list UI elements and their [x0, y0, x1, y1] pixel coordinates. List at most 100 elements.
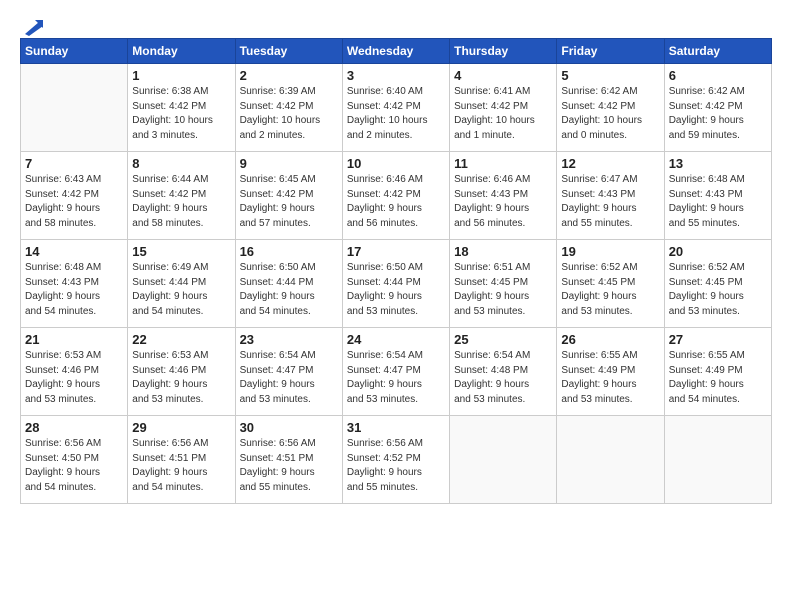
day-info: Sunrise: 6:54 AMSunset: 4:48 PMDaylight:…	[454, 349, 552, 407]
day-info: Sunrise: 6:50 AMSunset: 4:44 PMDaylight:…	[347, 261, 445, 319]
day-info: Sunrise: 6:52 AMSunset: 4:45 PMDaylight:…	[561, 261, 659, 319]
day-cell: 26Sunrise: 6:55 AMSunset: 4:49 PMDayligh…	[557, 328, 664, 416]
day-number: 27	[669, 332, 767, 347]
day-info: Sunrise: 6:38 AMSunset: 4:42 PMDaylight:…	[132, 85, 230, 143]
day-cell: 28 Sunrise: 6:56 AMSunset: 4:50 PMDayligh…	[21, 416, 128, 504]
day-info: Sunrise: 6:48 AMSunset: 4:43 PMDaylight:…	[25, 261, 123, 319]
day-number: 10	[347, 156, 445, 171]
day-info: Sunrise: 6:53 AMSunset: 4:46 PMDaylight:…	[25, 349, 123, 407]
day-info: Sunrise: 6:44 AMSunset: 4:42 PMDaylight:…	[132, 173, 230, 231]
day-cell: 5Sunrise: 6:42 AMSunset: 4:42 PMDaylight…	[557, 64, 664, 152]
week-row-3: 14 Sunrise: 6:48 AMSunset: 4:43 PMDayligh…	[21, 240, 772, 328]
day-cell: 4Sunrise: 6:41 AMSunset: 4:42 PMDaylight…	[450, 64, 557, 152]
day-cell	[664, 416, 771, 504]
day-number: 15	[132, 244, 230, 259]
day-info: Sunrise: 6:55 AMSunset: 4:49 PMDaylight:…	[669, 349, 767, 407]
calendar-body: 1 Sunrise: 6:38 AMSunset: 4:42 PMDaylight…	[21, 64, 772, 504]
day-number: 30	[240, 420, 338, 435]
day-cell: 1 Sunrise: 6:38 AMSunset: 4:42 PMDaylight…	[128, 64, 235, 152]
day-cell: 8 Sunrise: 6:44 AMSunset: 4:42 PMDaylight…	[128, 152, 235, 240]
day-cell: 13Sunrise: 6:48 AMSunset: 4:43 PMDayligh…	[664, 152, 771, 240]
weekday-row: SundayMondayTuesdayWednesdayThursdayFrid…	[21, 39, 772, 64]
day-number: 3	[347, 68, 445, 83]
day-info: Sunrise: 6:56 AMSunset: 4:51 PMDaylight:…	[132, 437, 230, 495]
day-number: 18	[454, 244, 552, 259]
week-row-1: 1 Sunrise: 6:38 AMSunset: 4:42 PMDaylight…	[21, 64, 772, 152]
day-info: Sunrise: 6:46 AMSunset: 4:43 PMDaylight:…	[454, 173, 552, 231]
calendar-page: SundayMondayTuesdayWednesdayThursdayFrid…	[0, 0, 792, 612]
week-row-5: 28 Sunrise: 6:56 AMSunset: 4:50 PMDayligh…	[21, 416, 772, 504]
day-info: Sunrise: 6:56 AMSunset: 4:50 PMDaylight:…	[25, 437, 123, 495]
day-cell: 15 Sunrise: 6:49 AMSunset: 4:44 PMDayligh…	[128, 240, 235, 328]
day-cell: 7 Sunrise: 6:43 AMSunset: 4:42 PMDaylight…	[21, 152, 128, 240]
day-info: Sunrise: 6:47 AMSunset: 4:43 PMDaylight:…	[561, 173, 659, 231]
day-info: Sunrise: 6:52 AMSunset: 4:45 PMDaylight:…	[669, 261, 767, 319]
day-number: 7	[25, 156, 123, 171]
day-info: Sunrise: 6:55 AMSunset: 4:49 PMDaylight:…	[561, 349, 659, 407]
day-number: 23	[240, 332, 338, 347]
day-info: Sunrise: 6:40 AMSunset: 4:42 PMDaylight:…	[347, 85, 445, 143]
day-number: 6	[669, 68, 767, 83]
day-number: 21	[25, 332, 123, 347]
day-number: 24	[347, 332, 445, 347]
day-cell: 17 Sunrise: 6:50 AMSunset: 4:44 PMDayligh…	[342, 240, 449, 328]
day-number: 17	[347, 244, 445, 259]
day-info: Sunrise: 6:54 AMSunset: 4:47 PMDaylight:…	[240, 349, 338, 407]
day-cell: 18 Sunrise: 6:51 AMSunset: 4:45 PMDayligh…	[450, 240, 557, 328]
day-info: Sunrise: 6:50 AMSunset: 4:44 PMDaylight:…	[240, 261, 338, 319]
day-cell	[557, 416, 664, 504]
day-cell: 3 Sunrise: 6:40 AMSunset: 4:42 PMDaylight…	[342, 64, 449, 152]
day-info: Sunrise: 6:51 AMSunset: 4:45 PMDaylight:…	[454, 261, 552, 319]
calendar-header: SundayMondayTuesdayWednesdayThursdayFrid…	[21, 39, 772, 64]
weekday-header-monday: Monday	[128, 39, 235, 64]
weekday-header-friday: Friday	[557, 39, 664, 64]
day-info: Sunrise: 6:45 AMSunset: 4:42 PMDaylight:…	[240, 173, 338, 231]
weekday-header-wednesday: Wednesday	[342, 39, 449, 64]
day-number: 31	[347, 420, 445, 435]
day-number: 12	[561, 156, 659, 171]
day-cell: 31Sunrise: 6:56 AMSunset: 4:52 PMDayligh…	[342, 416, 449, 504]
day-cell: 25Sunrise: 6:54 AMSunset: 4:48 PMDayligh…	[450, 328, 557, 416]
day-number: 20	[669, 244, 767, 259]
day-number: 14	[25, 244, 123, 259]
day-cell: 14 Sunrise: 6:48 AMSunset: 4:43 PMDayligh…	[21, 240, 128, 328]
day-number: 29	[132, 420, 230, 435]
day-info: Sunrise: 6:42 AMSunset: 4:42 PMDaylight:…	[669, 85, 767, 143]
day-number: 1	[132, 68, 230, 83]
day-info: Sunrise: 6:49 AMSunset: 4:44 PMDaylight:…	[132, 261, 230, 319]
day-number: 11	[454, 156, 552, 171]
day-cell: 12 Sunrise: 6:47 AMSunset: 4:43 PMDayligh…	[557, 152, 664, 240]
day-cell: 19 Sunrise: 6:52 AMSunset: 4:45 PMDayligh…	[557, 240, 664, 328]
day-number: 16	[240, 244, 338, 259]
day-cell	[21, 64, 128, 152]
day-number: 8	[132, 156, 230, 171]
day-number: 13	[669, 156, 767, 171]
day-info: Sunrise: 6:56 AMSunset: 4:51 PMDaylight:…	[240, 437, 338, 495]
day-info: Sunrise: 6:43 AMSunset: 4:42 PMDaylight:…	[25, 173, 123, 231]
day-cell	[450, 416, 557, 504]
day-cell: 21 Sunrise: 6:53 AMSunset: 4:46 PMDayligh…	[21, 328, 128, 416]
weekday-header-saturday: Saturday	[664, 39, 771, 64]
header	[20, 18, 772, 32]
day-info: Sunrise: 6:53 AMSunset: 4:46 PMDaylight:…	[132, 349, 230, 407]
weekday-header-thursday: Thursday	[450, 39, 557, 64]
day-cell: 11 Sunrise: 6:46 AMSunset: 4:43 PMDayligh…	[450, 152, 557, 240]
day-cell: 9Sunrise: 6:45 AMSunset: 4:42 PMDaylight…	[235, 152, 342, 240]
day-number: 2	[240, 68, 338, 83]
weekday-header-tuesday: Tuesday	[235, 39, 342, 64]
week-row-2: 7 Sunrise: 6:43 AMSunset: 4:42 PMDaylight…	[21, 152, 772, 240]
day-number: 28	[25, 420, 123, 435]
day-cell: 27 Sunrise: 6:55 AMSunset: 4:49 PMDayligh…	[664, 328, 771, 416]
day-info: Sunrise: 6:46 AMSunset: 4:42 PMDaylight:…	[347, 173, 445, 231]
day-number: 4	[454, 68, 552, 83]
day-number: 19	[561, 244, 659, 259]
day-info: Sunrise: 6:54 AMSunset: 4:47 PMDaylight:…	[347, 349, 445, 407]
day-cell: 6 Sunrise: 6:42 AMSunset: 4:42 PMDaylight…	[664, 64, 771, 152]
day-cell: 23 Sunrise: 6:54 AMSunset: 4:47 PMDayligh…	[235, 328, 342, 416]
logo	[20, 18, 43, 32]
day-cell: 20 Sunrise: 6:52 AMSunset: 4:45 PMDayligh…	[664, 240, 771, 328]
day-number: 22	[132, 332, 230, 347]
day-cell: 30 Sunrise: 6:56 AMSunset: 4:51 PMDayligh…	[235, 416, 342, 504]
logo-icon	[21, 18, 43, 36]
week-row-4: 21 Sunrise: 6:53 AMSunset: 4:46 PMDayligh…	[21, 328, 772, 416]
